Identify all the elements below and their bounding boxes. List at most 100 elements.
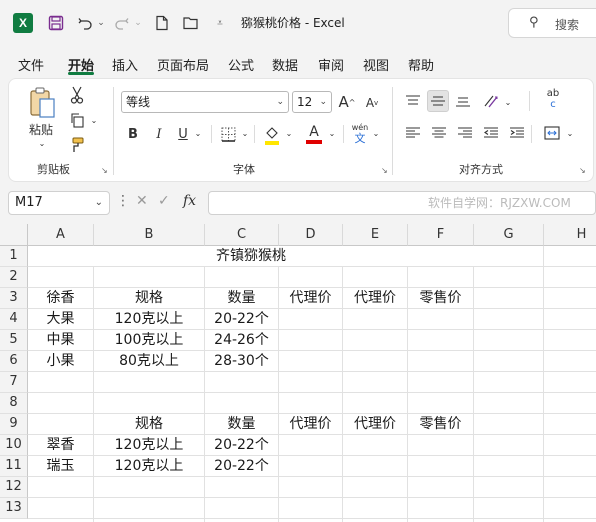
column-header-b[interactable]: B xyxy=(94,224,205,246)
cell-a5[interactable]: 中果 xyxy=(28,330,93,351)
name-box-dropdown-icon[interactable]: ⌄ xyxy=(95,192,103,214)
paste-label[interactable]: 粘贴 xyxy=(25,121,57,137)
grow-font-button[interactable]: A ^ xyxy=(337,91,357,113)
font-launcher-icon[interactable]: ↘ xyxy=(381,166,388,175)
cell-b3[interactable]: 规格 xyxy=(94,288,204,309)
column-header-e[interactable]: E xyxy=(343,224,408,246)
tab-file[interactable]: 文件 xyxy=(18,55,44,74)
font-color-dropdown-icon[interactable]: ⌄ xyxy=(327,126,337,140)
cell-c6[interactable]: 28-30个 xyxy=(205,351,278,372)
row-header-10[interactable]: 10 xyxy=(0,435,28,456)
cell-b6[interactable]: 80克以上 xyxy=(94,351,204,372)
cell-c11[interactable]: 20-22个 xyxy=(205,456,278,477)
cell-a10[interactable]: 翠香 xyxy=(28,435,93,456)
cell-a9[interactable] xyxy=(28,414,93,435)
phonetic-dropdown-icon[interactable]: ⌄ xyxy=(371,126,381,140)
alignment-launcher-icon[interactable]: ↘ xyxy=(579,166,586,175)
tab-help[interactable]: 帮助 xyxy=(408,55,434,74)
row-header-8[interactable]: 8 xyxy=(0,393,28,414)
cell-c4[interactable]: 20-22个 xyxy=(205,309,278,330)
cell-c3[interactable]: 数量 xyxy=(205,288,278,309)
top-align-icon[interactable] xyxy=(403,91,423,111)
paste-dropdown-icon[interactable]: ⌄ xyxy=(35,138,49,148)
customize-toolbar-icon[interactable]: ⩡ xyxy=(213,13,227,33)
align-center-icon[interactable] xyxy=(429,123,449,143)
column-header-c[interactable]: C xyxy=(205,224,279,246)
tab-insert[interactable]: 插入 xyxy=(112,55,138,74)
fill-color-icon[interactable] xyxy=(261,123,283,147)
cell-d9[interactable]: 代理价 xyxy=(279,414,342,435)
underline-dropdown-icon[interactable]: ⌄ xyxy=(193,126,203,140)
orientation-icon[interactable] xyxy=(481,91,503,111)
clipboard-launcher-icon[interactable]: ↘ xyxy=(101,166,108,175)
undo-dropdown-icon[interactable]: ⌄ xyxy=(96,13,106,33)
row-header-2[interactable]: 2 xyxy=(0,267,28,288)
tab-formulas[interactable]: 公式 xyxy=(228,55,254,74)
format-painter-icon[interactable] xyxy=(67,135,87,155)
bold-button[interactable]: B xyxy=(123,123,143,145)
italic-button[interactable]: I xyxy=(149,123,169,145)
enter-icon[interactable]: ✓ xyxy=(158,193,170,209)
tab-review[interactable]: 审阅 xyxy=(318,55,344,74)
undo-icon[interactable] xyxy=(76,13,94,33)
cell-a11[interactable]: 瑞玉 xyxy=(28,456,93,477)
spreadsheet-grid[interactable]: A B C D E F G H 1 2 3 4 5 6 7 8 9 10 11 … xyxy=(0,224,596,522)
insert-function-button[interactable]: fx xyxy=(183,193,196,209)
row-header-9[interactable]: 9 xyxy=(0,414,28,435)
select-all-corner[interactable] xyxy=(0,224,28,246)
font-name-combobox[interactable]: 等线 ⌄ xyxy=(121,91,289,113)
row-header-1[interactable]: 1 xyxy=(0,246,28,267)
cell-f3[interactable]: 零售价 xyxy=(408,288,473,309)
cell-a3[interactable]: 徐香 xyxy=(28,288,93,309)
cell-e9[interactable]: 代理价 xyxy=(343,414,407,435)
redo-icon[interactable] xyxy=(113,13,131,33)
row-header-13[interactable]: 13 xyxy=(0,498,28,519)
merge-center-icon[interactable] xyxy=(541,123,563,143)
cell-c9[interactable]: 数量 xyxy=(205,414,278,435)
row-header-4[interactable]: 4 xyxy=(0,309,28,330)
increase-indent-icon[interactable] xyxy=(507,123,527,143)
sheet-title-cell[interactable]: 齐镇猕猴桃 xyxy=(28,246,474,266)
cell-c10[interactable]: 20-22个 xyxy=(205,435,278,456)
copy-icon[interactable] xyxy=(67,110,87,130)
bottom-align-icon[interactable] xyxy=(453,91,473,111)
column-header-f[interactable]: F xyxy=(408,224,474,246)
cell-f9[interactable]: 零售价 xyxy=(408,414,473,435)
tab-data[interactable]: 数据 xyxy=(272,55,298,74)
borders-dropdown-icon[interactable]: ⌄ xyxy=(240,126,250,140)
align-right-icon[interactable] xyxy=(455,123,475,143)
orientation-dropdown-icon[interactable]: ⌄ xyxy=(503,95,513,109)
paste-icon[interactable] xyxy=(27,87,59,119)
cell-b9[interactable]: 规格 xyxy=(94,414,204,435)
phonetic-guide-icon[interactable]: wén 文 xyxy=(347,121,373,147)
borders-icon[interactable] xyxy=(217,123,239,145)
row-header-3[interactable]: 3 xyxy=(0,288,28,309)
cut-icon[interactable] xyxy=(67,85,87,105)
cell-a4[interactable]: 大果 xyxy=(28,309,93,330)
search-box[interactable]: ⚲ 搜索 xyxy=(508,8,596,38)
align-left-icon[interactable] xyxy=(403,123,423,143)
font-size-combobox[interactable]: 12 ⌄ xyxy=(292,91,332,113)
redo-dropdown-icon[interactable]: ⌄ xyxy=(133,13,143,33)
cell-d3[interactable]: 代理价 xyxy=(279,288,342,309)
name-box[interactable]: M17 ⌄ xyxy=(8,191,110,215)
cell-e3[interactable]: 代理价 xyxy=(343,288,407,309)
open-folder-icon[interactable] xyxy=(181,13,201,33)
copy-dropdown-icon[interactable]: ⌄ xyxy=(89,114,99,126)
font-name-dropdown-icon[interactable]: ⌄ xyxy=(276,92,284,112)
font-size-dropdown-icon[interactable]: ⌄ xyxy=(319,92,327,112)
cell-a6[interactable]: 小果 xyxy=(28,351,93,372)
wrap-text-icon[interactable]: ab c xyxy=(541,87,565,111)
row-header-12[interactable]: 12 xyxy=(0,477,28,498)
underline-button[interactable]: U xyxy=(173,123,193,145)
cell-b5[interactable]: 100克以上 xyxy=(94,330,204,351)
fill-color-dropdown-icon[interactable]: ⌄ xyxy=(284,126,294,140)
middle-align-icon[interactable] xyxy=(427,90,449,112)
column-header-g[interactable]: G xyxy=(474,224,544,246)
new-file-icon[interactable] xyxy=(153,13,171,33)
cell-b4[interactable]: 120克以上 xyxy=(94,309,204,330)
cell-c5[interactable]: 24-26个 xyxy=(205,330,278,351)
decrease-indent-icon[interactable] xyxy=(481,123,501,143)
row-header-5[interactable]: 5 xyxy=(0,330,28,351)
column-header-d[interactable]: D xyxy=(279,224,343,246)
